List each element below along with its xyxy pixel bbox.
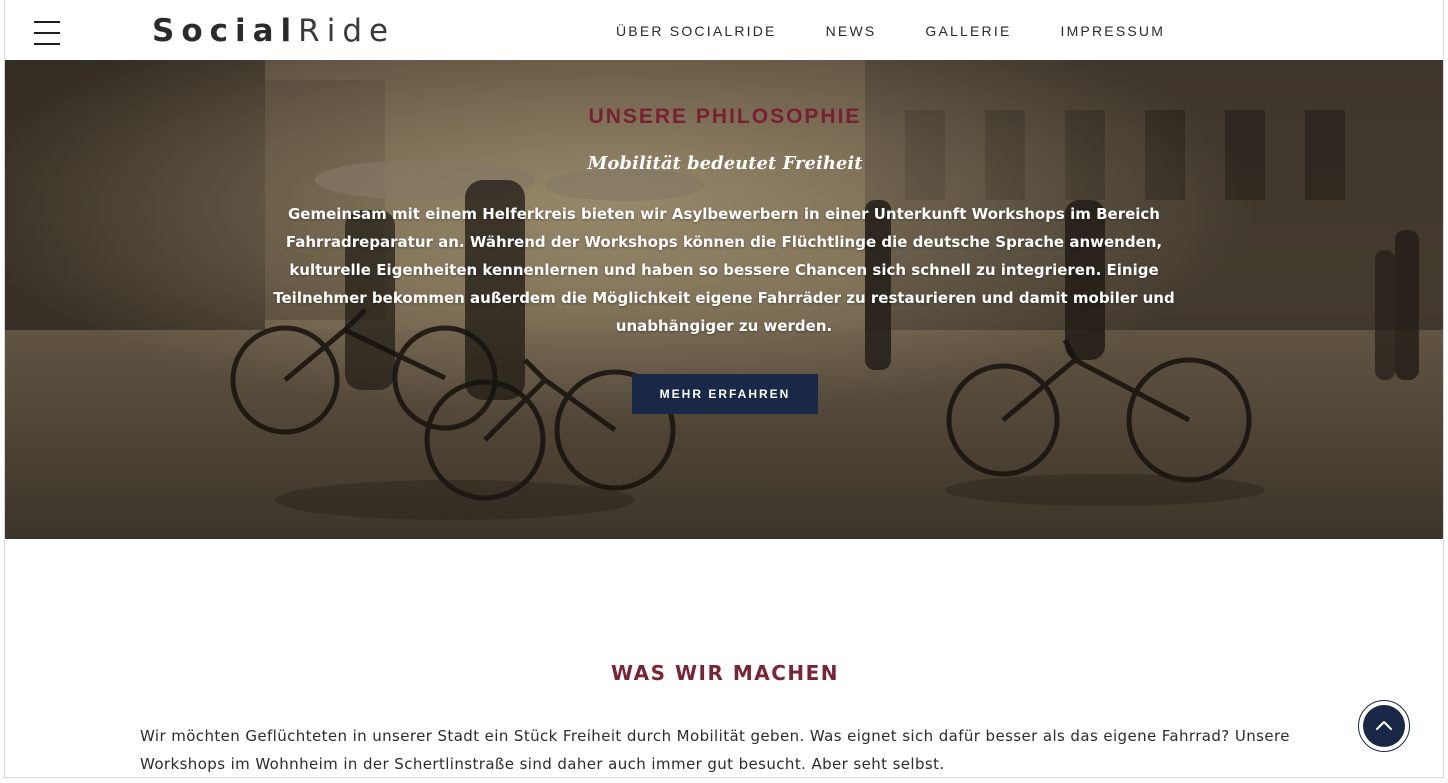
- hero-subtitle: Mobilität bedeutet Freiheit: [587, 153, 863, 174]
- section-title: WAS WIR MACHEN: [610, 661, 840, 685]
- nav-link-news[interactable]: NEWS: [826, 22, 877, 40]
- chevron-up-icon: [1376, 721, 1392, 730]
- nav-link-impressum[interactable]: IMPRESSUM: [1060, 22, 1165, 40]
- logo-text-light: Ride: [298, 13, 396, 49]
- section-paragraph: Wir möchten Geflüchteten in unserer Stad…: [140, 727, 1290, 773]
- mehr-erfahren-button[interactable]: MEHR ERFAHREN: [632, 374, 818, 414]
- nav-link-gallerie[interactable]: GALLERIE: [925, 22, 1011, 40]
- scroll-to-top-button[interactable]: [1358, 700, 1410, 752]
- browser-viewport: SocialRide ÜBER SOCIALRIDE NEWS GALLERIE…: [4, 0, 1444, 778]
- hero-content: UNSERE PHILOSOPHIE Mobilität bedeutet Fr…: [5, 60, 1443, 539]
- top-navbar: SocialRide ÜBER SOCIALRIDE NEWS GALLERIE…: [5, 0, 1443, 60]
- hero-paragraph: Gemeinsam mit einem Helferkreis bieten w…: [273, 205, 1175, 335]
- scroll-to-top-circle: [1363, 705, 1405, 747]
- site-logo[interactable]: SocialRide: [152, 13, 395, 49]
- hamburger-menu-icon[interactable]: [34, 21, 60, 45]
- main-navigation: ÜBER SOCIALRIDE NEWS GALLERIE IMPRESSUM: [616, 22, 1214, 40]
- hero-kicker-heading: UNSERE PHILOSOPHIE: [588, 105, 862, 128]
- hero-section: UNSERE PHILOSOPHIE Mobilität bedeutet Fr…: [5, 60, 1443, 539]
- logo-text-bold: Social: [152, 13, 299, 49]
- nav-link-ueber-socialride[interactable]: ÜBER SOCIALRIDE: [616, 22, 777, 40]
